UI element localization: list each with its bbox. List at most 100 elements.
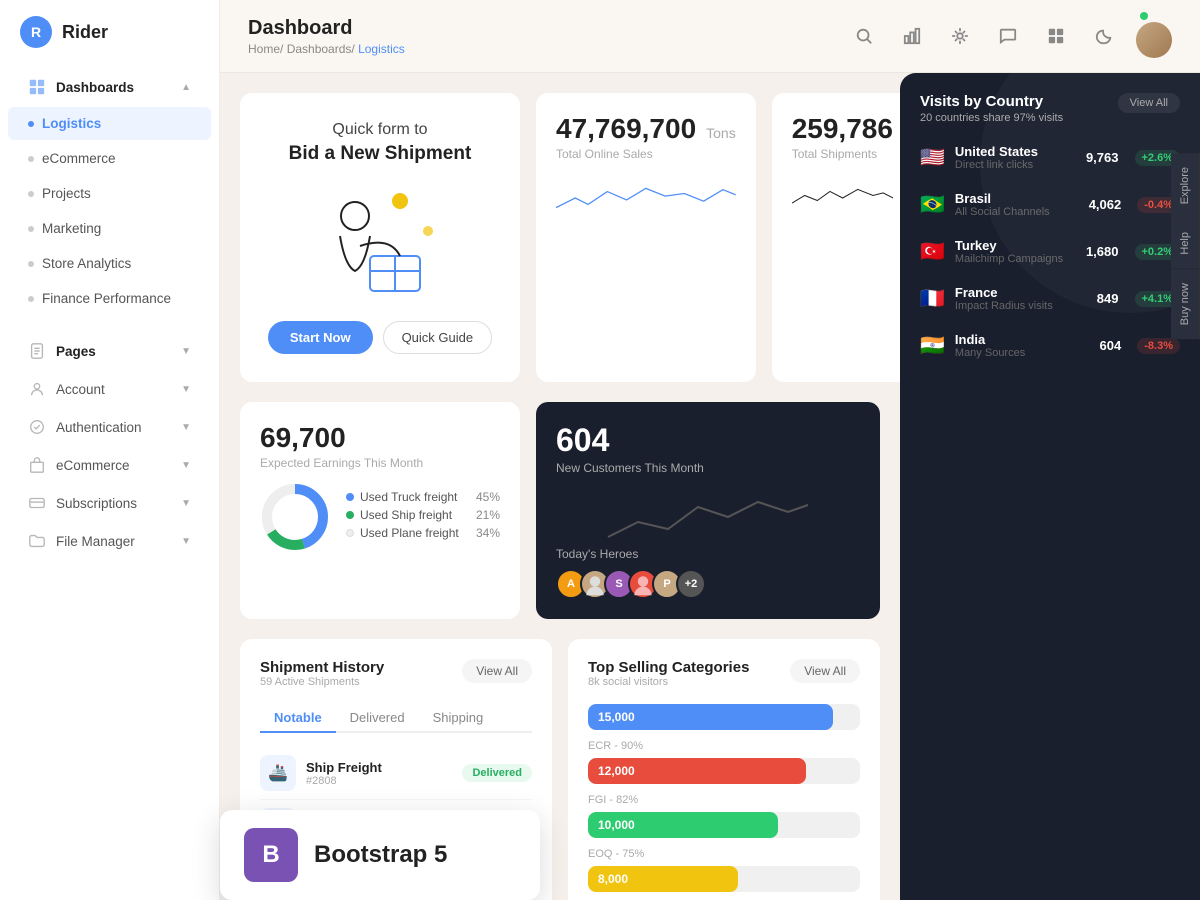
new-customers-label: New Customers This Month xyxy=(556,461,860,475)
shipment-header: Shipment History 59 Active Shipments Vie… xyxy=(260,659,532,700)
sidebar-item-ecommerce2[interactable]: eCommerce ▼ xyxy=(8,447,211,483)
ship-legend-item: Used Ship freight 21% xyxy=(346,508,500,522)
selling-view-all-button[interactable]: View All xyxy=(790,659,860,683)
country-info-fr: France Impact Radius visits xyxy=(955,285,1087,312)
total-sales-value: 47,769,700 xyxy=(556,113,696,145)
bid-buttons: Start Now Quick Guide xyxy=(268,321,492,354)
sidebar-item-account[interactable]: Account ▼ xyxy=(8,371,211,407)
truck-dot xyxy=(346,493,354,501)
heroes-avatars: A S P +2 xyxy=(556,569,860,599)
total-sales-label: Total Online Sales xyxy=(556,147,736,161)
country-in: 🇮🇳 India Many Sources 604 -8.3% xyxy=(900,322,1200,369)
sidebar-item-authentication[interactable]: Authentication ▼ xyxy=(8,409,211,445)
chat-icon[interactable] xyxy=(992,20,1024,52)
country-source-in: Many Sources xyxy=(955,347,1090,359)
account-label: Account xyxy=(56,382,105,397)
shipment-id-1: #2808 xyxy=(306,775,452,787)
bar-fgi-label: FGI - 82% xyxy=(588,794,860,806)
bar-eoq-label: EOQ - 75% xyxy=(588,848,860,860)
change-in: -8.3% xyxy=(1137,338,1180,354)
country-name-br: Brasil xyxy=(955,191,1079,206)
shop-icon xyxy=(28,456,46,474)
app-name: Rider xyxy=(62,22,108,43)
header-right xyxy=(848,14,1172,58)
country-br: 🇧🇷 Brasil All Social Channels 4,062 -0.4… xyxy=(900,181,1200,228)
sidebar-item-subscriptions[interactable]: Subscriptions ▼ xyxy=(8,485,211,521)
start-now-button[interactable]: Start Now xyxy=(268,321,373,354)
explore-button[interactable]: Explore xyxy=(1171,153,1200,218)
sidebar-item-logistics[interactable]: Logistics xyxy=(8,107,211,140)
country-name-fr: France xyxy=(955,285,1087,300)
country-name-tr: Turkey xyxy=(955,238,1076,253)
quick-guide-button[interactable]: Quick Guide xyxy=(383,321,493,354)
chart-icon[interactable] xyxy=(896,20,928,52)
bar-eoq-fill: 10,000 xyxy=(588,812,778,838)
sidebar-item-dashboards[interactable]: Dashboards ▲ xyxy=(8,69,211,105)
logo[interactable]: R Rider xyxy=(0,16,219,68)
earnings-value: 69,700 xyxy=(260,422,346,453)
heroes-label: Today's Heroes xyxy=(556,547,860,561)
main-area: Dashboard Home/ Dashboards/ Logistics xyxy=(220,0,1200,900)
tab-notable[interactable]: Notable xyxy=(260,704,336,733)
top-row: Quick form to Bid a New Shipment xyxy=(240,93,880,382)
flag-tr: 🇹🇷 xyxy=(920,239,945,264)
visits-header-row: Visits by Country 20 countries share 97%… xyxy=(920,93,1180,124)
bar-ecr-label: ECR - 90% xyxy=(588,740,860,752)
shipment-icon: 🚢 xyxy=(260,755,296,791)
grid-view-icon[interactable] xyxy=(1040,20,1072,52)
user-avatar[interactable] xyxy=(1136,22,1172,58)
help-button[interactable]: Help xyxy=(1171,218,1200,269)
new-customers-value: 604 xyxy=(556,422,860,459)
page-title: Dashboard xyxy=(248,17,405,40)
search-icon[interactable] xyxy=(848,20,880,52)
sidebar-item-store-analytics[interactable]: Store Analytics xyxy=(8,247,211,280)
bootstrap-icon: B xyxy=(244,828,298,882)
sidebar-item-marketing[interactable]: Marketing xyxy=(8,212,211,245)
file-manager-label: File Manager xyxy=(56,534,135,549)
visits-title: Visits by Country xyxy=(920,93,1063,110)
avatar-more: +2 xyxy=(676,569,706,599)
chevron-down-icon: ▼ xyxy=(181,384,191,395)
donut-chart xyxy=(260,482,330,552)
sidebar-item-ecommerce[interactable]: eCommerce xyxy=(8,142,211,175)
sidebar-item-pages[interactable]: Pages ▼ xyxy=(8,333,211,369)
bar-fmg-fill: 8,000 xyxy=(588,866,738,892)
right-panel: Explore Help Buy now Visits by Country 2… xyxy=(900,73,1200,900)
sidebar-item-projects[interactable]: Projects xyxy=(8,177,211,210)
selling-subtitle: 8k social visitors xyxy=(588,676,749,688)
auth-label: Authentication xyxy=(56,420,142,435)
buy-now-button[interactable]: Buy now xyxy=(1171,269,1200,339)
visits-view-all-button[interactable]: View All xyxy=(1118,93,1180,113)
shipment-item-1: 🚢 Ship Freight #2808 Delivered xyxy=(260,747,532,800)
tab-delivered[interactable]: Delivered xyxy=(336,704,419,733)
breadcrumb-home: Home/ xyxy=(248,42,283,56)
chevron-down-icon: ▼ xyxy=(181,498,191,509)
bar-fgi-fill: 12,000 xyxy=(588,758,806,784)
shipment-tabs: Notable Delivered Shipping xyxy=(260,704,532,733)
pages-label: Pages xyxy=(56,344,96,359)
shipment-view-all-button[interactable]: View All xyxy=(462,659,532,683)
sidebar-item-finance-performance[interactable]: Finance Performance xyxy=(8,282,211,315)
ship-dot xyxy=(346,511,354,519)
country-visits-us: 9,763 xyxy=(1086,150,1119,165)
country-source-fr: Impact Radius visits xyxy=(955,300,1087,312)
dot xyxy=(28,191,34,197)
account-icon xyxy=(28,380,46,398)
country-visits-in: 604 xyxy=(1100,338,1122,353)
sidebar-item-file-manager[interactable]: File Manager ▼ xyxy=(8,523,211,559)
bid-illustration xyxy=(300,181,460,301)
settings-icon[interactable] xyxy=(944,20,976,52)
flag-in: 🇮🇳 xyxy=(920,333,945,358)
country-visits-fr: 849 xyxy=(1097,291,1119,306)
dark-mode-icon[interactable] xyxy=(1088,20,1120,52)
country-visits-br: 4,062 xyxy=(1089,197,1122,212)
earnings-label: Expected Earnings This Month xyxy=(260,456,500,470)
tab-shipping[interactable]: Shipping xyxy=(419,704,498,733)
grid-icon xyxy=(28,78,46,96)
shipment-name-1: Ship Freight xyxy=(306,760,452,775)
shipments-sparkline xyxy=(792,173,893,223)
pages-icon xyxy=(28,342,46,360)
bar-fmg: 8,000 xyxy=(588,866,860,892)
shipment-info-1: Ship Freight #2808 xyxy=(306,760,452,787)
flag-fr: 🇫🇷 xyxy=(920,286,945,311)
